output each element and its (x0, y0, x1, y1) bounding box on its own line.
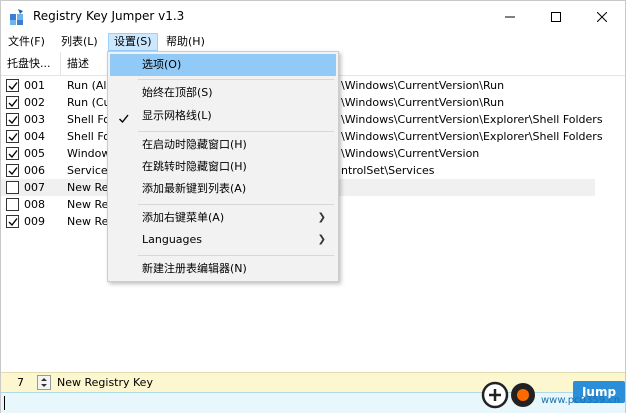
minimize-icon (505, 16, 515, 17)
menu-item-label: 添加最新键到列表(A) (142, 182, 247, 195)
row-checkbox[interactable] (6, 130, 19, 143)
row-id: 009 (24, 215, 45, 228)
menu-item-label: 新建注册表编辑器(N) (142, 262, 247, 275)
row-id: 005 (24, 147, 45, 160)
row-path: \Windows\CurrentVersion\Run (341, 79, 505, 92)
menu-item-show-gridlines[interactable]: 显示网格线(L) (110, 105, 336, 127)
menu-item-label: 在跳转时隐藏窗口(H) (142, 160, 247, 173)
window-title: Registry Key Jumper v1.3 (33, 9, 185, 23)
chevron-right-icon: ❯ (317, 212, 326, 223)
spinner-arrows-icon (41, 378, 47, 387)
title-bar: Registry Key Jumper v1.3 (1, 1, 625, 33)
registry-app-icon (9, 8, 25, 26)
checkmark-icon (118, 110, 129, 132)
add-record-icon (481, 381, 535, 409)
menu-item-hide-on-start[interactable]: 在启动时隐藏窗口(H) (110, 134, 336, 156)
row-id: 008 (24, 198, 45, 211)
checkmark-icon (8, 150, 18, 159)
row-id: 002 (24, 96, 45, 109)
row-id: 006 (24, 164, 45, 177)
menu-list[interactable]: 列表(L) (56, 33, 103, 51)
menu-separator (138, 131, 334, 132)
row-id: 001 (24, 79, 45, 92)
menu-item-label: 添加右键菜单(A) (142, 211, 225, 224)
row-description: Run (All (67, 79, 110, 92)
menu-item-add-latest-key[interactable]: 添加最新键到列表(A) (110, 178, 336, 200)
checkmark-icon (8, 82, 18, 91)
jump-area: Jump www.pc0359.cn (479, 373, 625, 413)
row-path: ntrolSet\Services (341, 164, 435, 177)
row-id: 007 (24, 181, 45, 194)
row-checkbox[interactable] (6, 96, 19, 109)
row-path: \Windows\CurrentVersion\Explorer\Shell F… (341, 130, 603, 143)
row-checkbox[interactable] (6, 215, 19, 228)
row-path: \Windows\CurrentVersion (341, 147, 480, 160)
checkmark-icon (8, 99, 18, 108)
checkmark-icon (8, 167, 18, 176)
row-checkbox[interactable] (6, 147, 19, 160)
settings-dropdown-menu: 选项(O) 始终在顶部(S) 显示网格线(L) 在启动时隐藏窗口(H) 在跳转时… (107, 51, 339, 282)
row-id: 003 (24, 113, 45, 126)
menu-file[interactable]: 文件(F) (3, 33, 50, 51)
row-checkbox[interactable] (6, 113, 19, 126)
checkmark-icon (8, 133, 18, 142)
menu-settings[interactable]: 设置(S) (108, 33, 158, 51)
menu-help[interactable]: 帮助(H) (161, 33, 210, 51)
row-checkbox[interactable] (6, 181, 19, 194)
row-id: 004 (24, 130, 45, 143)
row-path: \Windows\CurrentVersion\Run (341, 96, 505, 109)
key-count: 7 (17, 376, 24, 389)
menu-bar: 文件(F) 列表(L) 设置(S) 帮助(H) (1, 33, 625, 51)
menu-separator (138, 204, 334, 205)
maximize-icon (551, 11, 561, 22)
menu-item-label: 显示网格线(L) (142, 109, 212, 122)
menu-separator (138, 79, 334, 80)
menu-item-label: 始终在顶部(S) (142, 86, 213, 99)
menu-item-add-context-menu[interactable]: 添加右键菜单(A) ❯ (110, 207, 336, 229)
menu-item-languages[interactable]: Languages ❯ (110, 229, 336, 251)
text-caret (4, 396, 5, 410)
row-description: Run (Cu (67, 96, 111, 109)
menu-item-label: 在启动时隐藏窗口(H) (142, 138, 247, 151)
minimize-button[interactable] (487, 1, 533, 32)
menu-item-hide-on-jump[interactable]: 在跳转时隐藏窗口(H) (110, 156, 336, 178)
selected-key-name: New Registry Key (57, 376, 153, 389)
row-checkbox[interactable] (6, 164, 19, 177)
row-path: \Windows\CurrentVersion\Explorer\Shell F… (341, 113, 603, 126)
app-window: Registry Key Jumper v1.3 文件(F) 列表(L) 设置(… (0, 0, 626, 413)
menu-item-label: Languages (142, 233, 203, 246)
menu-item-always-on-top[interactable]: 始终在顶部(S) (110, 82, 336, 104)
row-checkbox[interactable] (6, 198, 19, 211)
row-checkbox[interactable] (6, 79, 19, 92)
menu-separator (138, 255, 334, 256)
row-description: Window (67, 147, 111, 160)
close-icon (597, 11, 607, 22)
column-header-tray[interactable]: 托盘快... (1, 52, 61, 76)
checkmark-icon (8, 116, 18, 125)
maximize-button[interactable] (533, 1, 579, 32)
menu-item-label: 选项(O) (142, 58, 182, 71)
count-spinner[interactable] (37, 375, 51, 390)
watermark-text: www.pc0359.cn (541, 395, 621, 406)
chevron-right-icon: ❯ (317, 234, 326, 245)
checkmark-icon (8, 218, 18, 227)
menu-item-new-regedit[interactable]: 新建注册表编辑器(N) (110, 258, 336, 280)
close-button[interactable] (579, 1, 625, 32)
menu-item-options[interactable]: 选项(O) (110, 54, 336, 76)
